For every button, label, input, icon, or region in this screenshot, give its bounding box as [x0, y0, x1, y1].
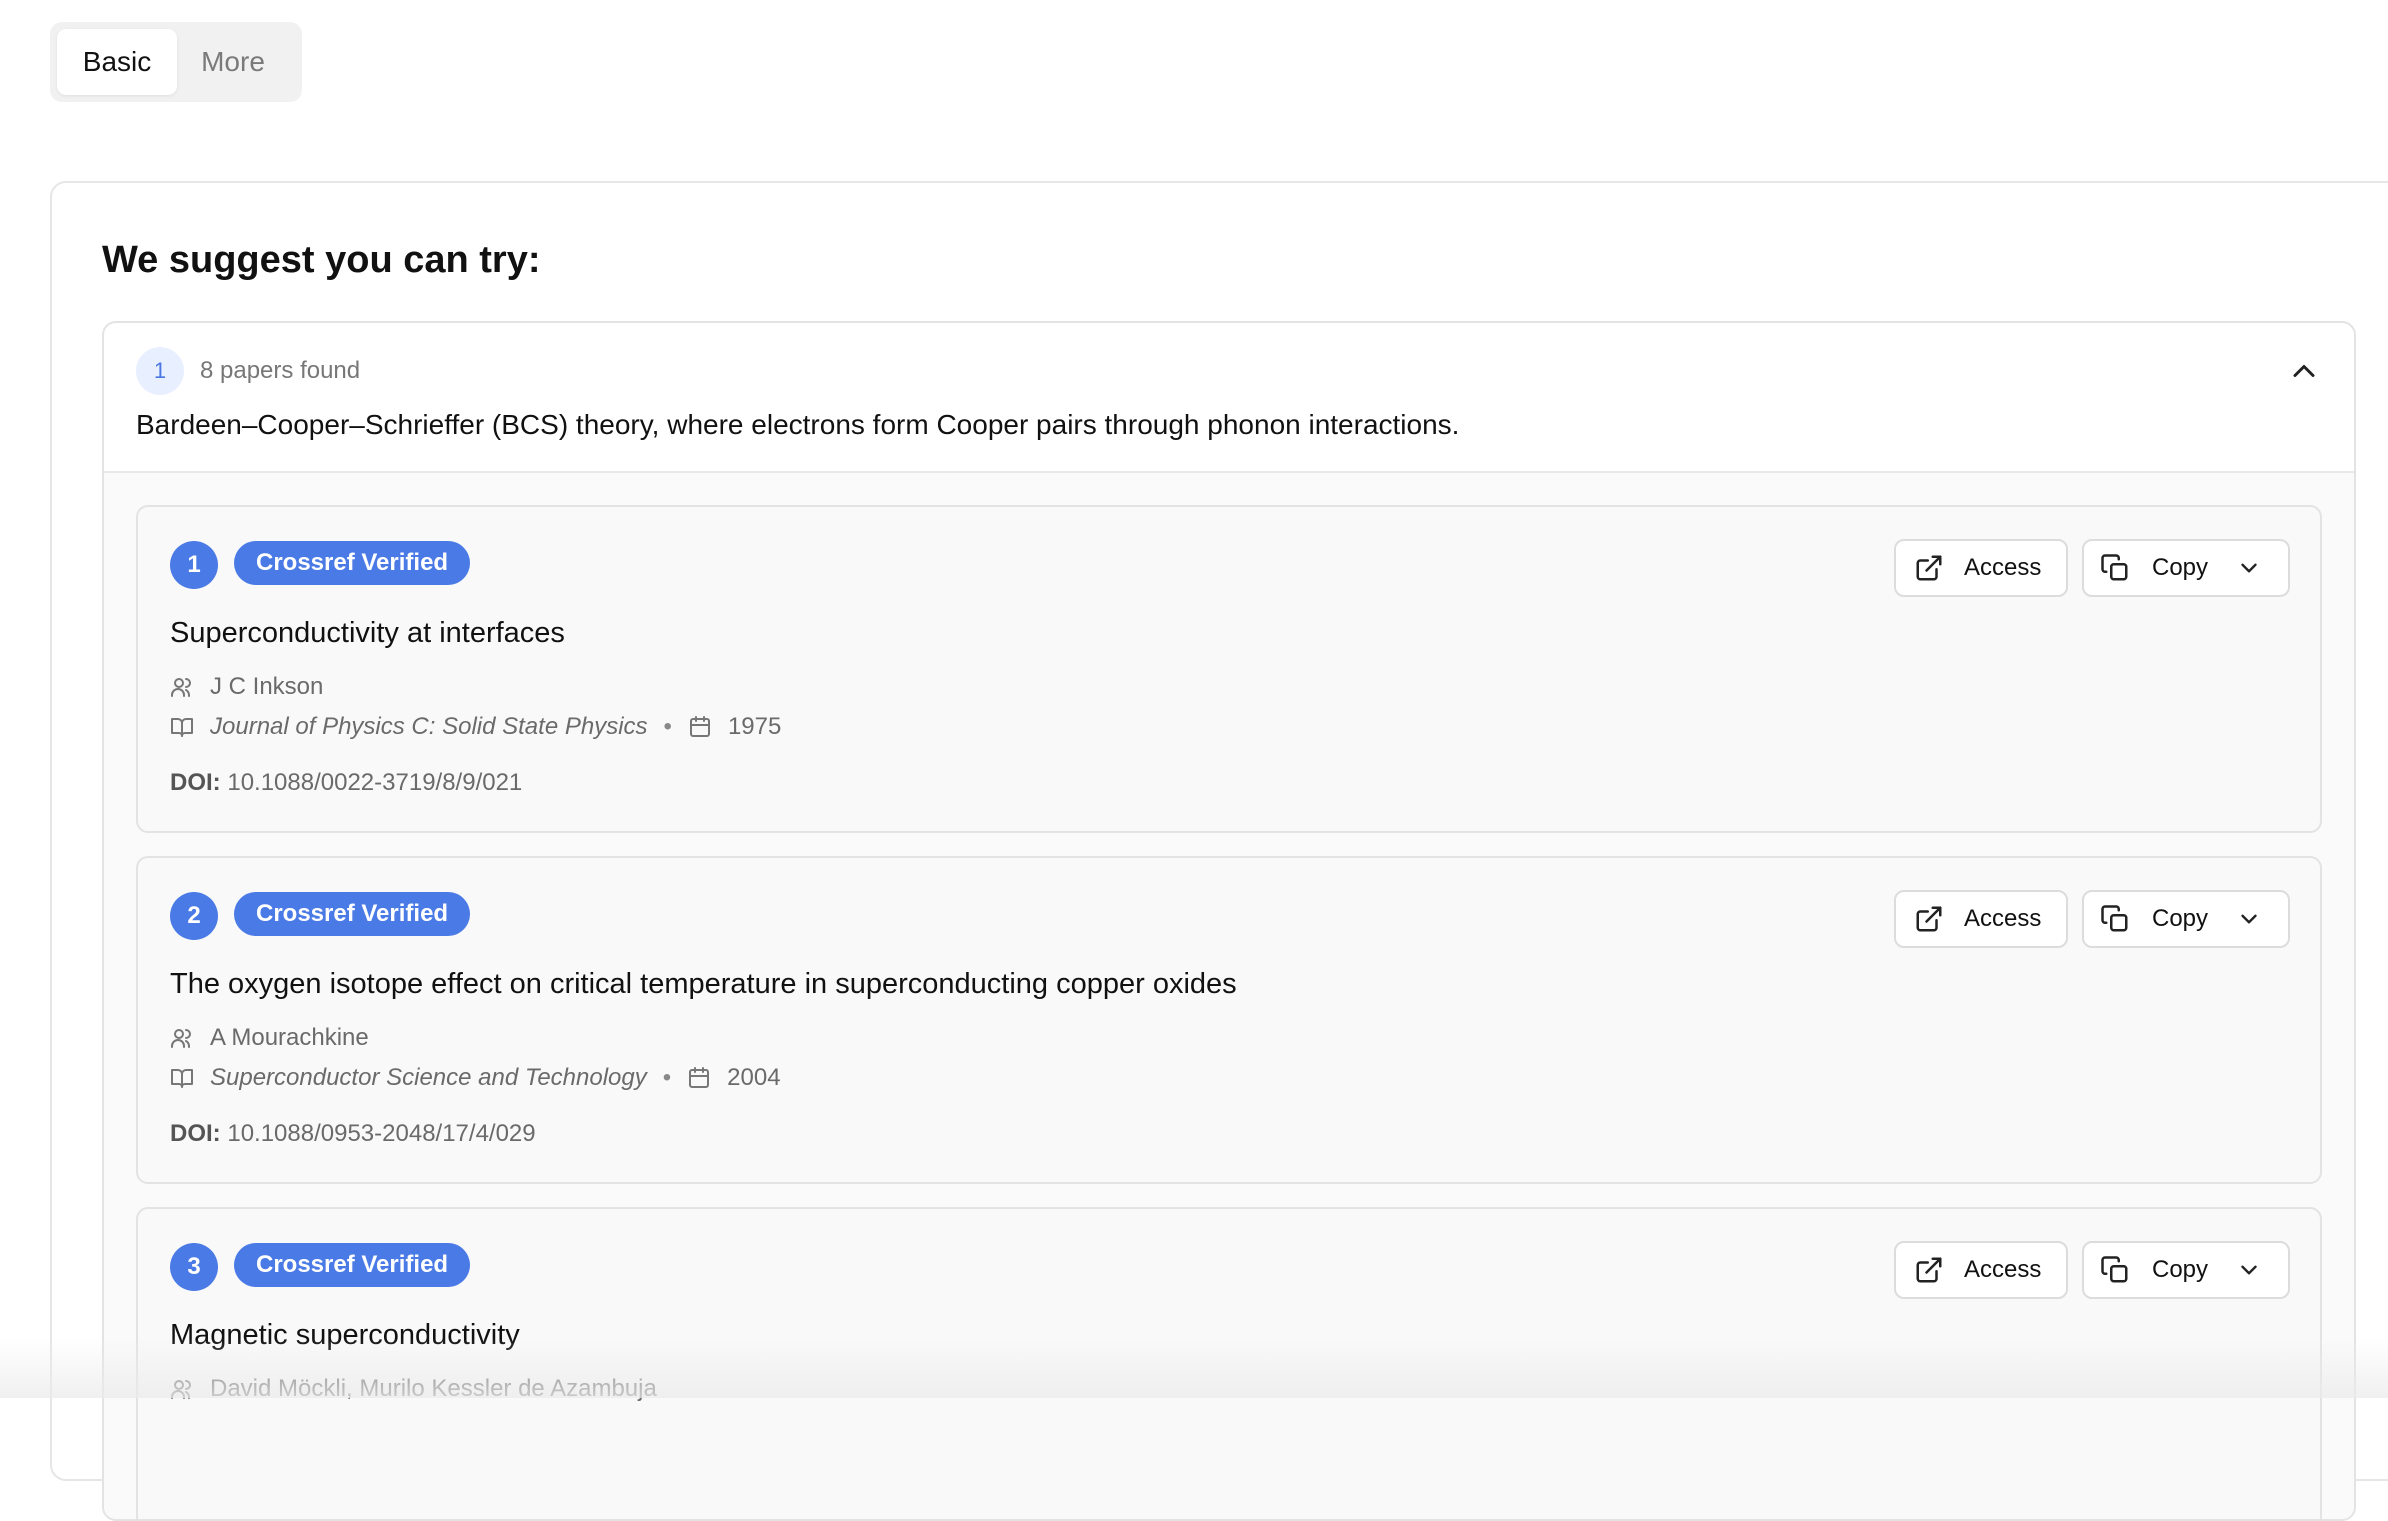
copy-button[interactable]: Copy — [2082, 539, 2290, 597]
doi-label: DOI: — [170, 769, 221, 796]
paper-title[interactable]: Magnetic superconductivity — [170, 1319, 520, 1352]
calendar-icon — [687, 1066, 711, 1090]
paper-number: 2 — [170, 892, 218, 940]
mode-tabs: Basic More — [50, 22, 302, 102]
suggestion-number: 1 — [136, 347, 184, 395]
publication-row: Superconductor Science and Technology • … — [170, 1064, 781, 1092]
tab-basic[interactable]: Basic — [57, 29, 177, 95]
tab-more[interactable]: More — [177, 29, 289, 95]
authors-row: J C Inkson — [170, 673, 323, 701]
access-button[interactable]: Access — [1894, 890, 2068, 948]
users-icon — [170, 1377, 194, 1401]
copy-icon — [2100, 553, 2130, 583]
page-title: We suggest you can try: — [102, 239, 541, 282]
suggestion-header[interactable]: 1 8 papers found Bardeen–Cooper–Schrieff… — [104, 323, 2354, 473]
publication-row: Journal of Physics C: Solid State Physic… — [170, 713, 781, 741]
paper-title[interactable]: Superconductivity at interfaces — [170, 617, 565, 650]
paper-year: 1975 — [728, 713, 781, 741]
paper-authors: A Mourachkine — [210, 1024, 369, 1052]
collapse-button[interactable] — [2286, 353, 2322, 389]
paper-journal: Superconductor Science and Technology — [210, 1064, 647, 1092]
suggestions-card: We suggest you can try: 1 8 papers found… — [50, 181, 2388, 1481]
access-label: Access — [1964, 554, 2041, 582]
copy-button[interactable]: Copy — [2082, 890, 2290, 948]
copy-icon — [2100, 904, 2130, 934]
paper-title[interactable]: The oxygen isotope effect on critical te… — [170, 968, 1237, 1001]
paper-card: 3 Crossref Verified Access Copy Magnetic… — [136, 1207, 2322, 1521]
paper-card: 2 Crossref Verified Access Copy The oxyg… — [136, 856, 2322, 1184]
calendar-icon — [688, 715, 712, 739]
doi-row: DOI: 10.1088/0022-3719/8/9/021 — [170, 769, 522, 797]
paper-journal: Journal of Physics C: Solid State Physic… — [210, 713, 648, 741]
paper-card: 1 Crossref Verified Access Copy Supercon… — [136, 505, 2322, 833]
copy-button[interactable]: Copy — [2082, 1241, 2290, 1299]
papers-found-count: 8 papers found — [200, 357, 360, 385]
doi-row: DOI: 10.1088/0953-2048/17/4/029 — [170, 1120, 536, 1148]
paper-authors: David Möckli, Murilo Kessler de Azambuja — [210, 1375, 657, 1403]
external-link-icon — [1914, 904, 1944, 934]
chevron-down-icon[interactable] — [2236, 906, 2262, 932]
access-label: Access — [1964, 905, 2041, 933]
doi-value[interactable]: 10.1088/0022-3719/8/9/021 — [227, 769, 522, 796]
access-label: Access — [1964, 1256, 2041, 1284]
copy-label: Copy — [2152, 554, 2208, 582]
crossref-verified-badge: Crossref Verified — [234, 892, 470, 936]
access-button[interactable]: Access — [1894, 539, 2068, 597]
copy-label: Copy — [2152, 1256, 2208, 1284]
users-icon — [170, 675, 194, 699]
paper-year: 2004 — [727, 1064, 780, 1092]
paper-authors: J C Inkson — [210, 673, 323, 701]
external-link-icon — [1914, 1255, 1944, 1285]
doi-value[interactable]: 10.1088/0953-2048/17/4/029 — [227, 1120, 535, 1147]
chevron-down-icon[interactable] — [2236, 1257, 2262, 1283]
doi-label: DOI: — [170, 1120, 221, 1147]
authors-row: A Mourachkine — [170, 1024, 369, 1052]
external-link-icon — [1914, 553, 1944, 583]
suggestion-panel: 1 8 papers found Bardeen–Cooper–Schrieff… — [102, 321, 2356, 1521]
paper-number: 3 — [170, 1243, 218, 1291]
crossref-verified-badge: Crossref Verified — [234, 541, 470, 585]
authors-row: David Möckli, Murilo Kessler de Azambuja — [170, 1375, 657, 1403]
access-button[interactable]: Access — [1894, 1241, 2068, 1299]
chevron-down-icon[interactable] — [2236, 555, 2262, 581]
book-icon — [170, 1066, 194, 1090]
chevron-up-icon — [2286, 353, 2322, 389]
papers-list: 1 Crossref Verified Access Copy Supercon… — [104, 473, 2354, 1521]
crossref-verified-badge: Crossref Verified — [234, 1243, 470, 1287]
users-icon — [170, 1026, 194, 1050]
copy-label: Copy — [2152, 905, 2208, 933]
book-icon — [170, 715, 194, 739]
suggestion-text: Bardeen–Cooper–Schrieffer (BCS) theory, … — [136, 409, 1459, 441]
copy-icon — [2100, 1255, 2130, 1285]
paper-number: 1 — [170, 541, 218, 589]
